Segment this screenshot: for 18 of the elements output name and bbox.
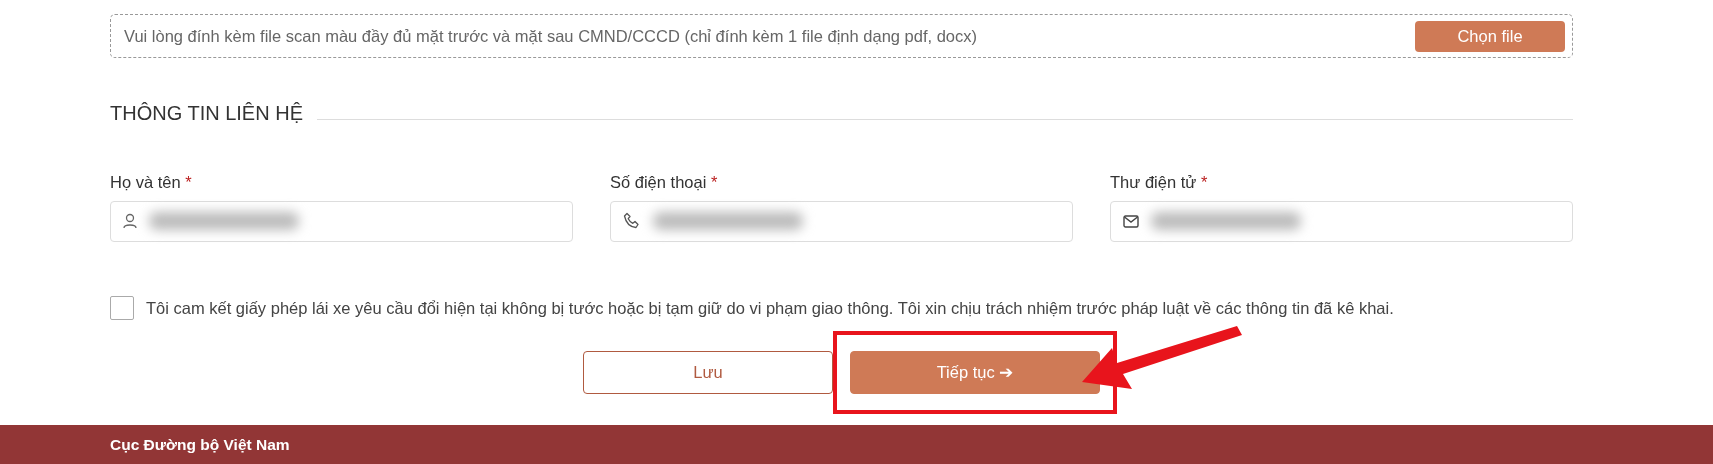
- phone-icon: [623, 212, 641, 231]
- footer-title: Cục Đường bộ Việt Nam: [110, 434, 290, 455]
- input-field[interactable]: [1110, 200, 1573, 242]
- field-label: Thư điện tử *: [1110, 172, 1209, 193]
- choose-file-button[interactable]: Chọn file: [1415, 20, 1565, 52]
- mail-icon: [1123, 214, 1139, 228]
- input-field[interactable]: [610, 200, 1073, 242]
- commitment-text: Tôi cam kết giấy phép lái xe yêu cầu đổi hiện tại không bị tước hoặc bị tạm giữ do vi phạm giao thông. Tôi xin chịu trách nhiệm trước pháp luật về các thông tin đã kê khai.: [146, 297, 1394, 319]
- field-label: Họ và tên *: [110, 172, 193, 193]
- field-label: Số điện thoại *: [610, 172, 719, 193]
- continue-button[interactable]: Tiếp tục ➔: [850, 350, 1100, 394]
- upload-hint: Vui lòng đính kèm file scan màu đầy đủ mặt trước và mặt sau CMND/CCCD (chỉ đính kèm 1 file định dạng pdf, docx): [124, 25, 978, 47]
- section-title: THÔNG TIN LIÊN HỆ: [110, 101, 303, 126]
- save-button[interactable]: Lưu: [583, 350, 833, 394]
- input-field[interactable]: [110, 200, 573, 242]
- upload-dropzone[interactable]: Vui lòng đính kèm file scan màu đầy đủ mặt trước và mặt sau CMND/CCCD (chỉ đính kèm 1 file định dạng pdf, docx) Chọn file: [110, 14, 1573, 58]
- checkbox[interactable]: [110, 296, 134, 321]
- person-icon: [123, 213, 137, 230]
